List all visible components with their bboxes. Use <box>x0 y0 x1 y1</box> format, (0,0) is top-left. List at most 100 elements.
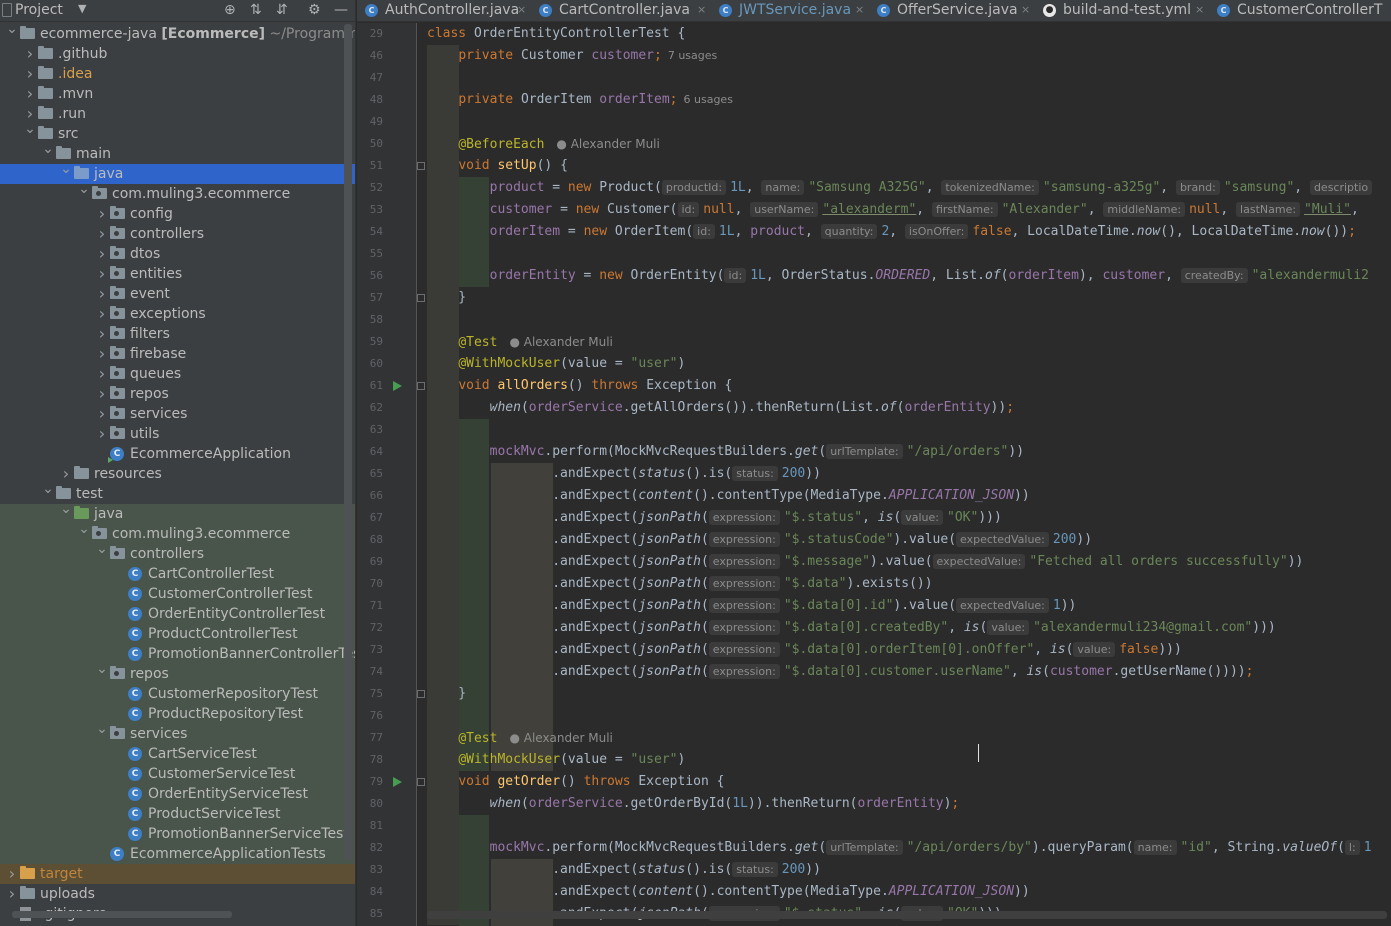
tree-item[interactable]: › controllers <box>0 224 355 244</box>
chevron-right-icon[interactable]: › <box>96 204 108 224</box>
code-line[interactable]: .andExpect(jsonPath(expression:"$.status… <box>427 507 1002 529</box>
code-line[interactable]: .andExpect(status().is(status: 200)) <box>427 859 821 881</box>
code-line[interactable]: .andExpect(content().contentType(MediaTy… <box>427 881 1029 903</box>
minimize-icon[interactable]: — <box>334 1 348 19</box>
code-line[interactable]: .andExpect(jsonPath(expression: "$.data[0… <box>427 617 1276 639</box>
tree-item[interactable]: C CustomerRepositoryTest <box>0 684 355 704</box>
code-line[interactable]: .andExpect(jsonPath(expression: "$.data")… <box>427 573 933 595</box>
chevron-right-icon[interactable]: › <box>24 84 36 104</box>
code-line[interactable]: mockMvc.perform(MockMvcRequestBuilders.g… <box>427 837 1372 859</box>
code-line[interactable]: when(orderService.getOrderById(1L)).then… <box>427 793 960 815</box>
tree-item[interactable]: ⌄ main <box>0 141 355 164</box>
target-icon[interactable]: ⊕ <box>224 1 236 19</box>
chevron-right-icon[interactable]: › <box>24 64 36 84</box>
tree-item[interactable]: › .github <box>0 44 355 64</box>
tree-item[interactable]: › .mvn <box>0 84 355 104</box>
code-line[interactable]: .andExpect(content().contentType(MediaTy… <box>427 485 1029 507</box>
tree-item[interactable]: › .idea <box>0 64 355 84</box>
chevron-right-icon[interactable]: › <box>96 284 108 304</box>
chevron-right-icon[interactable]: › <box>6 864 18 884</box>
code-line[interactable]: orderEntity = new OrderEntity(id: 1L, Ord… <box>427 265 1369 287</box>
tree-item[interactable]: C OrderEntityControllerTest <box>0 604 355 624</box>
code-line[interactable]: private Customer customer; 7 usages <box>427 45 717 67</box>
close-icon[interactable]: × <box>697 0 706 20</box>
chevron-down-icon[interactable]: ⌄ <box>78 179 90 199</box>
tree-item[interactable]: C PromotionBannerServiceTest <box>0 824 355 844</box>
code-line[interactable]: @WithMockUser(value = "user") <box>427 749 685 771</box>
chevron-down-icon[interactable]: ⌄ <box>60 159 72 179</box>
code-line[interactable]: .andExpect(jsonPath(expression: "$.data[0… <box>427 595 1076 617</box>
collapse-all-icon[interactable]: ⇵ <box>276 1 288 19</box>
chevron-down-icon[interactable]: ⌄ <box>60 499 72 519</box>
code-line[interactable]: void setUp() { <box>427 155 568 177</box>
tree-item[interactable]: › queues <box>0 364 355 384</box>
code-line[interactable]: mockMvc.perform(MockMvcRequestBuilders.g… <box>427 441 1024 463</box>
run-test-icon[interactable] <box>393 777 402 787</box>
tree-item[interactable]: › services <box>0 404 355 424</box>
tree-item[interactable]: ⌄ com.muling3.ecommerce <box>0 521 355 544</box>
tree-item[interactable]: › target <box>0 864 355 884</box>
tree-item[interactable]: › filters <box>0 324 355 344</box>
editor-horizontal-scrollbar[interactable] <box>427 911 1387 919</box>
fold-icon[interactable] <box>417 382 425 390</box>
tree-item[interactable]: ⌄ java <box>0 501 355 524</box>
code-line[interactable]: class OrderEntityControllerTest { <box>427 23 685 45</box>
close-icon[interactable]: × <box>517 0 526 20</box>
code-line[interactable]: @Test ● Alexander Muli <box>427 727 613 749</box>
expand-all-icon[interactable]: ⇅ <box>250 1 262 19</box>
code-line[interactable]: when(orderService.getAllOrders()).thenRe… <box>427 397 1014 419</box>
tree-item[interactable]: C CustomerServiceTest <box>0 764 355 784</box>
code-line[interactable]: private OrderItem orderItem; 6 usages <box>427 89 733 111</box>
fold-icon[interactable] <box>417 778 425 786</box>
chevron-down-icon[interactable]: ⌄ <box>42 139 54 159</box>
tree-item[interactable]: › exceptions <box>0 304 355 324</box>
tree-item[interactable]: C CartServiceTest <box>0 744 355 764</box>
chevron-right-icon[interactable]: › <box>96 304 108 324</box>
tree-item[interactable]: ⌄ services <box>0 721 355 744</box>
fold-icon[interactable] <box>417 690 425 698</box>
chevron-right-icon[interactable]: › <box>60 464 72 484</box>
tree-item[interactable]: C EcommerceApplication <box>0 444 355 464</box>
gear-icon[interactable]: ⚙ <box>308 1 321 19</box>
chevron-right-icon[interactable]: › <box>96 364 108 384</box>
tree-item[interactable]: ⌄ test <box>0 481 355 504</box>
chevron-right-icon[interactable]: › <box>96 264 108 284</box>
tree-item[interactable]: › uploads <box>0 884 355 904</box>
tree-item[interactable]: C ProductControllerTest <box>0 624 355 644</box>
fold-icon[interactable] <box>417 162 425 170</box>
chevron-down-icon[interactable]: ⌄ <box>96 539 108 559</box>
tree-item[interactable]: C ProductServiceTest <box>0 804 355 824</box>
chevron-right-icon[interactable]: › <box>96 344 108 364</box>
chevron-down-icon[interactable]: ⌄ <box>42 479 54 499</box>
chevron-right-icon[interactable]: › <box>96 424 108 444</box>
code-line[interactable]: @BeforeEach ● Alexander Muli <box>427 133 660 155</box>
code-line[interactable]: customer = new Customer(id: null, userNam… <box>427 199 1359 221</box>
close-icon[interactable]: × <box>1021 0 1030 20</box>
chevron-right-icon[interactable]: › <box>96 404 108 424</box>
chevron-down-icon[interactable]: ⌄ <box>6 19 18 39</box>
run-test-icon[interactable] <box>393 381 402 391</box>
tree-item[interactable]: › utils <box>0 424 355 444</box>
project-panel-title[interactable]: Project <box>15 1 63 19</box>
tree-item[interactable]: › entities <box>0 264 355 284</box>
code-line[interactable]: .andExpect(jsonPath(expression:"$.status… <box>427 529 1092 551</box>
close-icon[interactable]: × <box>855 0 864 20</box>
code-line[interactable]: product = new Product(productId: 1L, name… <box>427 177 1376 199</box>
chevron-down-icon[interactable]: ⌄ <box>78 519 90 539</box>
chevron-down-icon[interactable]: ⌄ <box>96 719 108 739</box>
code-line[interactable]: .andExpect(jsonPath(expression: "$.data[0… <box>427 661 1253 683</box>
code-line[interactable]: .andExpect(status().is(status: 200)) <box>427 463 821 485</box>
tree-item[interactable]: C CustomerControllerTest <box>0 584 355 604</box>
editor-tab[interactable]: ● build-and-test.yml × <box>1035 0 1209 21</box>
close-icon[interactable]: × <box>1195 0 1204 20</box>
tree-item[interactable]: C PromotionBannerControllerTest <box>0 644 355 664</box>
code-line[interactable]: } <box>427 287 466 309</box>
editor-tab[interactable]: C AuthController.java × <box>357 0 531 21</box>
code-line[interactable]: } <box>427 683 466 705</box>
tree-item[interactable]: ⌄ ecommerce-java [Ecommerce] ~/Programmin… <box>0 21 355 44</box>
chevron-right-icon[interactable]: › <box>6 884 18 904</box>
tree-item[interactable]: C CartControllerTest <box>0 564 355 584</box>
editor-tab[interactable]: C CustomerControllerT <box>1209 0 1391 21</box>
tree-item[interactable]: › event <box>0 284 355 304</box>
chevron-right-icon[interactable]: › <box>24 44 36 64</box>
